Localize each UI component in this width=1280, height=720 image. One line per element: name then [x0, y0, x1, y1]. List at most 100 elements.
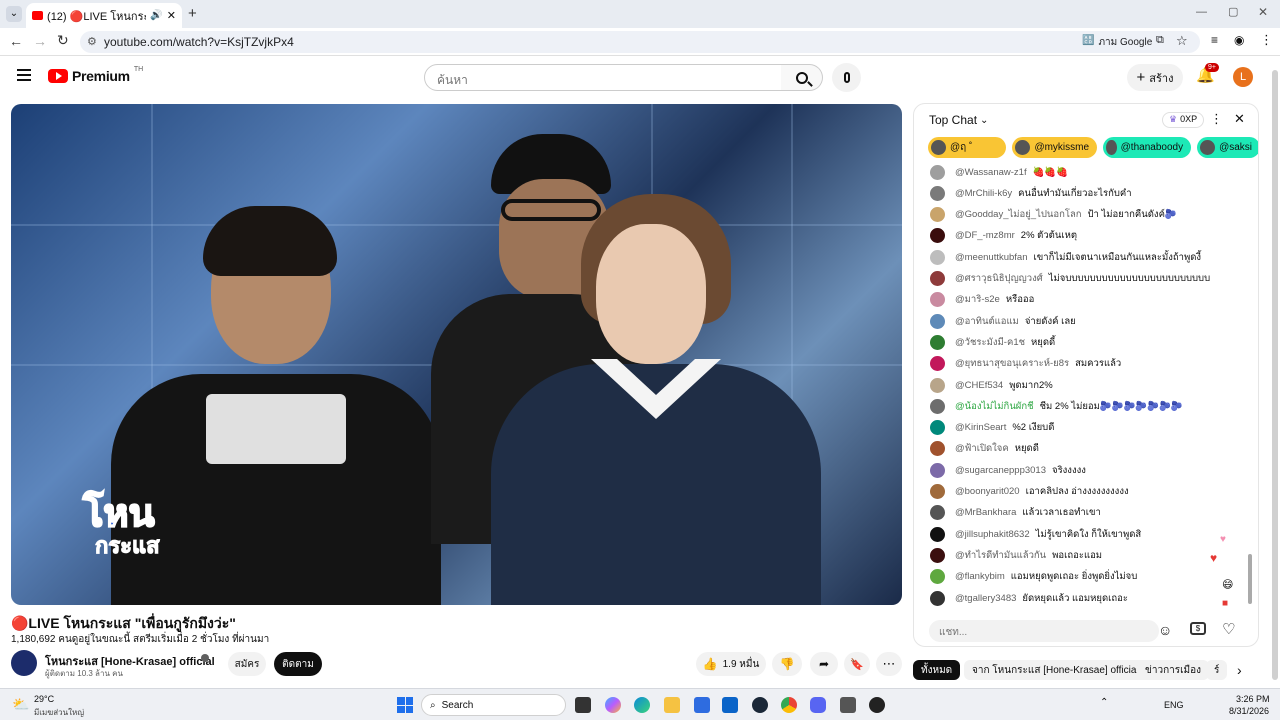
like-button[interactable]: 👍 1.9 หมื่น — [696, 652, 766, 676]
super-chat-ticker[interactable]: @ฤ ˚ — [928, 137, 1007, 158]
chat-avatar[interactable] — [930, 590, 945, 606]
chat-message[interactable]: @MrChili-k6y คนอื่นทำมันเกี่ยวอะไรกับคำ — [930, 183, 1132, 203]
super-chat-ticker[interactable]: @thanaboody — [1103, 137, 1192, 158]
chat-avatar[interactable] — [930, 484, 945, 499]
chat-message[interactable]: @MrBankhara แล้วเวลาเธอทำเขา — [930, 503, 1101, 523]
chat-close-icon[interactable]: ✕ — [1234, 111, 1245, 127]
chat-message[interactable]: @ทำไรดีทำมันแล้วกัน พอเถอะแอม — [930, 545, 1102, 565]
chat-avatar[interactable] — [930, 462, 945, 478]
chat-message[interactable]: @CHEf534 พูดมาก2% — [930, 375, 1053, 395]
task-view-icon[interactable] — [575, 697, 591, 713]
chat-input[interactable]: แชท... — [929, 620, 1159, 642]
chat-message[interactable]: @มาริ-s2e หรือออ — [930, 290, 1034, 310]
chat-author[interactable]: @ศราวุธนิธิปุญญวงศ์ — [955, 271, 1043, 286]
chip-news[interactable]: ข่าวการเมือง — [1137, 660, 1210, 680]
chat-message[interactable]: @อาทินต์แอแม จ่ายดังค์ เลย — [930, 311, 1076, 331]
chat-author[interactable]: @DF_-mz8mr — [955, 230, 1015, 241]
chat-author[interactable]: @KirinSeart — [955, 422, 1006, 433]
chat-author[interactable]: @อาทินต์แอแม — [955, 314, 1019, 329]
site-info-icon[interactable]: ⚙ — [87, 35, 97, 48]
chat-avatar[interactable] — [930, 249, 945, 265]
tray-overflow-icon[interactable]: ⌃ — [1100, 697, 1108, 708]
super-chat-icon[interactable]: $ — [1190, 622, 1206, 635]
chat-avatar[interactable] — [930, 398, 945, 414]
chat-author[interactable]: @ฟ้าเปิดใจค — [955, 441, 1009, 456]
windows-start-icon[interactable] — [397, 697, 413, 713]
address-bar[interactable]: ⚙ youtube.com/watch?v=KsjTZvjkPx4 🔠 ภาม … — [80, 31, 1200, 53]
chat-avatar[interactable] — [930, 292, 945, 308]
install-icon[interactable]: ⧉ — [1156, 34, 1164, 47]
notifications-button[interactable]: 🔔 9+ — [1196, 63, 1219, 85]
clock-time[interactable]: 3:26 PM — [1236, 694, 1270, 704]
edge-icon[interactable] — [634, 697, 650, 713]
chat-avatar[interactable] — [930, 271, 945, 286]
taskbar-search[interactable]: ⌕ Search — [421, 694, 566, 716]
maximize-button[interactable]: ▢ — [1228, 5, 1238, 18]
lang-indicator[interactable]: ENG — [1164, 700, 1184, 710]
chat-avatar[interactable] — [930, 185, 945, 201]
channel-avatar[interactable] — [11, 650, 37, 676]
window-close-button[interactable]: ✕ — [1258, 5, 1268, 19]
chat-avatar[interactable] — [930, 547, 945, 563]
minimize-button[interactable]: — — [1196, 6, 1207, 18]
chat-author[interactable]: @tgallery3483 — [955, 593, 1016, 604]
youtube-logo[interactable]: Premium TH — [48, 66, 143, 84]
chat-message[interactable]: @jillsuphakit8632 ไม่รู้เขาคิดใง ก็ให้เขา… — [930, 524, 1141, 544]
chat-mode-selector[interactable]: Top Chat — [929, 113, 977, 127]
chat-message[interactable]: @DF_-mz8mr 2% ตัวต้นเหตุ — [930, 226, 1077, 246]
chip-all[interactable]: ทั้งหมด — [913, 660, 961, 680]
chat-message[interactable]: @sugarcaneppp3013 จริงงงงง — [930, 460, 1086, 480]
chat-avatar[interactable] — [930, 377, 945, 393]
chat-author[interactable]: @ยุทธนาสุขอนุเคราะห์-ย8ร — [955, 356, 1069, 371]
chat-message[interactable]: @Wassanaw-z1f 🍓🍓🍓 — [930, 162, 1068, 182]
chat-author[interactable]: @CHEf534 — [955, 380, 1003, 391]
search-input[interactable]: ค้นหา — [424, 64, 782, 91]
chat-message[interactable]: @tgallery3483 ยัดหยุดแล้ว แอมหยุดเถอะ — [930, 588, 1128, 608]
chat-avatar[interactable] — [930, 313, 945, 329]
new-tab-button[interactable]: + — [188, 5, 197, 22]
file-explorer-icon[interactable] — [664, 697, 680, 713]
chat-author[interactable]: @มาริ-s2e — [955, 292, 1000, 307]
chat-avatar[interactable] — [930, 334, 945, 350]
chat-author[interactable]: @ทำไรดีทำมันแล้วกัน — [955, 548, 1046, 563]
chat-author[interactable]: @น้องไม่ไม่กินผักชี — [955, 399, 1034, 414]
chat-avatar[interactable] — [930, 441, 945, 457]
bookmark-star-icon[interactable]: ☆ — [1176, 33, 1188, 49]
super-chat-ticker[interactable]: @saksi — [1197, 137, 1258, 158]
translate-chip[interactable]: 🔠 ภาม Google — [1082, 35, 1152, 50]
create-button[interactable]: + สร้าง — [1127, 64, 1183, 91]
chat-message[interactable]: @flankybim แอมหยุดพูดเถอะ ยิ่งพูดยิ่งไม่จ… — [930, 567, 1137, 587]
chat-scrollbar-thumb[interactable] — [1248, 554, 1252, 604]
steam-icon[interactable] — [752, 697, 768, 713]
clock-date[interactable]: 8/31/2026 — [1229, 706, 1269, 716]
more-actions-button[interactable]: ⋯ — [876, 652, 902, 676]
chevron-right-icon[interactable]: › — [1237, 662, 1242, 678]
chat-message[interactable]: @วัชระมังมี-ค1ช หยุดดี้ — [930, 332, 1055, 352]
copilot-icon[interactable] — [605, 697, 621, 713]
outlook-icon[interactable] — [722, 697, 738, 713]
chat-author[interactable]: @meenuttkubfan — [955, 252, 1028, 263]
chrome-icon[interactable] — [781, 697, 797, 713]
browser-tab-active[interactable]: (12) 🔴LIVE โหนกระแส "เพื่อน 🔊 ✕ — [26, 3, 182, 28]
chat-message[interactable]: @boonyarit020 เอาคลิปลง อ่างงงงงงงงงง — [930, 482, 1129, 502]
forward-button[interactable]: → — [33, 33, 47, 49]
chat-author[interactable]: @sugarcaneppp3013 — [955, 465, 1046, 476]
chat-message[interactable]: @ศราวุธนิธิปุญญวงศ์ ไม่จบบบบบบบบบบบบบบบบบ… — [930, 269, 1210, 289]
page-scrollbar-thumb[interactable] — [1272, 70, 1278, 680]
chat-message[interactable]: @ฟ้าเปิดใจค หยุดดี — [930, 439, 1039, 459]
profile-icon[interactable]: ◉ — [1234, 33, 1244, 47]
account-avatar[interactable]: L — [1233, 67, 1253, 87]
voice-search-button[interactable] — [832, 63, 861, 92]
dislike-button[interactable]: 👎 — [772, 652, 802, 676]
calculator-icon[interactable] — [840, 697, 856, 713]
save-button[interactable]: 🔖 — [844, 652, 870, 676]
chat-scrollbar[interactable] — [1248, 174, 1252, 604]
chat-author[interactable]: @MrBankhara — [955, 507, 1016, 518]
chat-author[interactable]: @MrChili-k6y — [955, 188, 1012, 199]
video-player[interactable]: โหน กระแส — [11, 104, 902, 605]
chat-avatar[interactable] — [930, 526, 945, 542]
subscribe-button[interactable]: ติดตาม — [274, 652, 322, 676]
hamburger-menu-icon[interactable] — [17, 69, 31, 81]
chat-message[interactable]: @meenuttkubfan เขาก็ไม่มีเจตนาเหมือนกันแห… — [930, 247, 1201, 267]
chat-avatar[interactable] — [930, 569, 945, 585]
